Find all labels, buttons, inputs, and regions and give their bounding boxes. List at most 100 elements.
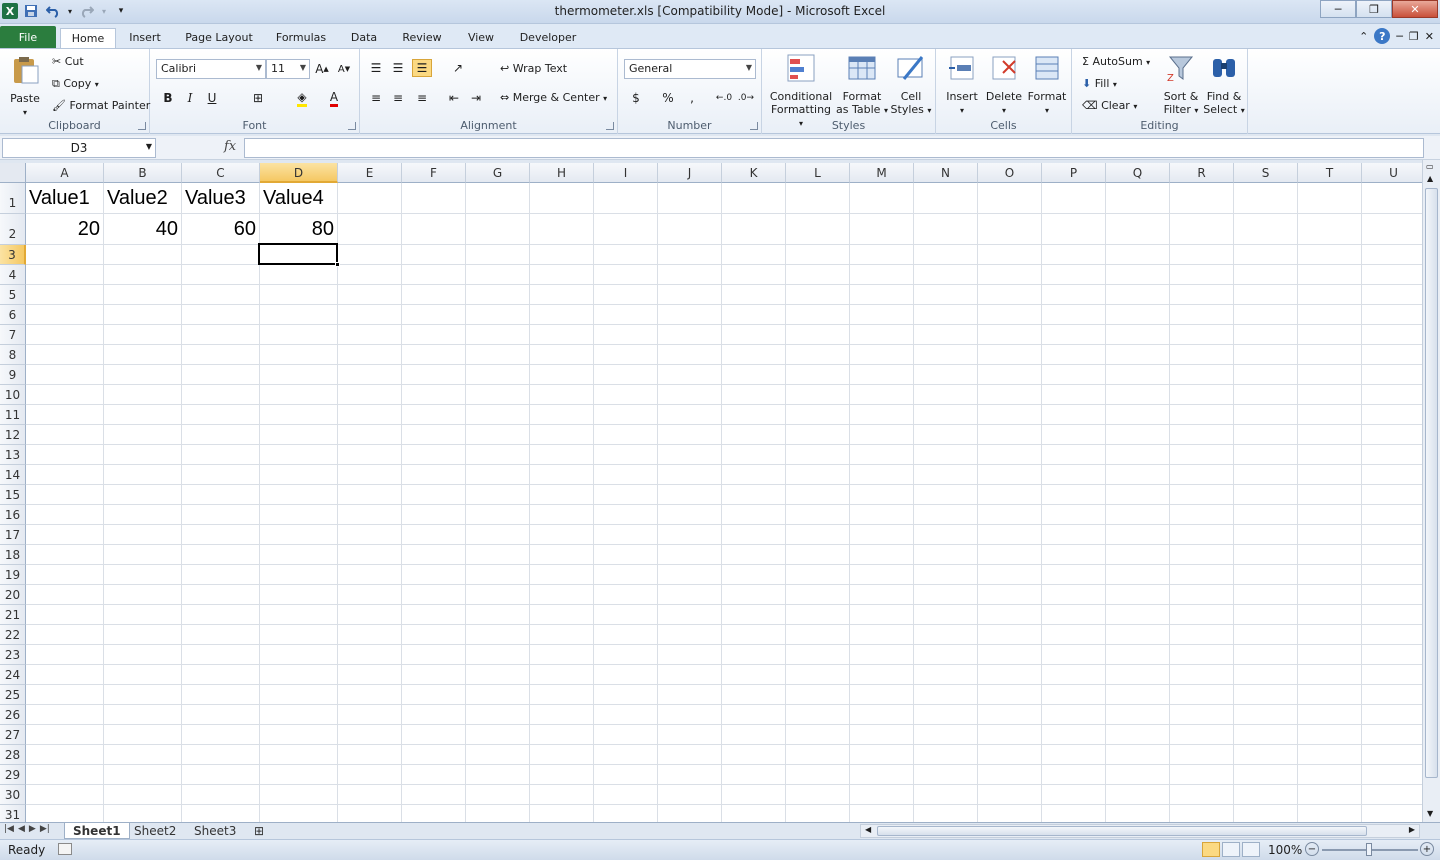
column-header[interactable]: O xyxy=(978,163,1042,183)
row-header[interactable]: 29 xyxy=(0,765,26,785)
tab-data[interactable]: Data xyxy=(344,28,384,48)
last-sheet-icon[interactable]: ▶| xyxy=(40,824,50,834)
tab-home[interactable]: Home xyxy=(60,28,116,48)
row-header[interactable]: 28 xyxy=(0,745,26,765)
row-header[interactable]: 22 xyxy=(0,625,26,645)
column-header[interactable]: J xyxy=(658,163,722,183)
horizontal-scrollbar[interactable]: ◀ ▶ xyxy=(860,824,1420,838)
restore-icon[interactable]: ❐ xyxy=(1409,30,1419,43)
currency-icon[interactable]: $ xyxy=(626,89,646,107)
column-header[interactable]: G xyxy=(466,163,530,183)
dialog-launcher-icon[interactable] xyxy=(138,122,146,130)
delete-cells-button[interactable]: Delete ▾ xyxy=(984,53,1024,117)
row-header[interactable]: 25 xyxy=(0,685,26,705)
align-bottom-icon[interactable]: ☰ xyxy=(412,59,432,77)
insert-sheet-icon[interactable]: ⊞ xyxy=(246,823,272,839)
row-header[interactable]: 6 xyxy=(0,305,26,325)
borders-icon[interactable]: ⊞ xyxy=(248,89,268,107)
shrink-font-icon[interactable]: A ▼ xyxy=(334,60,354,78)
column-header[interactable]: C xyxy=(182,163,260,183)
row-header[interactable]: 12 xyxy=(0,425,26,445)
column-header[interactable]: D xyxy=(260,163,338,183)
prev-sheet-icon[interactable]: ◀ xyxy=(18,824,25,834)
row-header[interactable]: 16 xyxy=(0,505,26,525)
row-header[interactable]: 19 xyxy=(0,565,26,585)
sheet-tab-sheet2[interactable]: Sheet2 xyxy=(126,823,184,839)
cell-C1[interactable]: Value3 xyxy=(185,187,246,210)
cut-button[interactable]: ✂ Cut xyxy=(52,55,84,68)
column-header[interactable]: T xyxy=(1298,163,1362,183)
column-header[interactable]: N xyxy=(914,163,978,183)
comma-icon[interactable]: , xyxy=(682,89,702,107)
first-sheet-icon[interactable]: |◀ xyxy=(4,824,14,834)
help-icon[interactable]: ? xyxy=(1374,28,1391,44)
sort-filter-button[interactable]: Z Sort & Filter ▾ xyxy=(1160,53,1202,117)
row-header[interactable]: 8 xyxy=(0,345,26,365)
active-cell-D3[interactable] xyxy=(258,243,340,267)
column-header[interactable]: A xyxy=(26,163,104,183)
column-header[interactable]: H xyxy=(530,163,594,183)
clear-button[interactable]: ⌫ Clear ▾ xyxy=(1082,99,1137,112)
italic-icon[interactable]: I xyxy=(180,89,200,107)
page-layout-view-icon[interactable] xyxy=(1222,842,1240,857)
cell-B2[interactable]: 40 xyxy=(104,218,178,241)
align-right-icon[interactable]: ≡ xyxy=(412,89,432,107)
bold-icon[interactable]: B xyxy=(158,89,178,107)
minimize-icon[interactable]: ─ xyxy=(1396,30,1403,43)
row-header[interactable]: 18 xyxy=(0,545,26,565)
row-header[interactable]: 24 xyxy=(0,665,26,685)
row-header[interactable]: 9 xyxy=(0,365,26,385)
column-header[interactable]: B xyxy=(104,163,182,183)
number-format-select[interactable]: General ▼ xyxy=(624,59,756,79)
tab-insert[interactable]: Insert xyxy=(122,28,168,48)
cell-A1[interactable]: Value1 xyxy=(29,187,90,210)
dialog-launcher-icon[interactable] xyxy=(348,122,356,130)
zoom-in-icon[interactable]: + xyxy=(1420,842,1434,856)
orientation-icon[interactable]: ↗ xyxy=(448,59,468,77)
tab-developer[interactable]: Developer xyxy=(516,28,580,48)
copy-button[interactable]: ⧉ Copy ▾ xyxy=(52,77,99,91)
restore-icon[interactable]: ❐ xyxy=(1356,0,1392,18)
macro-record-icon[interactable] xyxy=(58,843,72,855)
insert-function-icon[interactable]: fx xyxy=(224,139,236,154)
row-header[interactable]: 15 xyxy=(0,485,26,505)
close-icon[interactable]: ✕ xyxy=(1392,0,1438,18)
row-header[interactable]: 1 xyxy=(0,183,26,214)
find-select-button[interactable]: Find & Select ▾ xyxy=(1202,53,1246,117)
percent-icon[interactable]: % xyxy=(658,89,678,107)
underline-icon[interactable]: U xyxy=(202,89,222,107)
format-as-table-button[interactable]: Format as Table ▾ xyxy=(836,53,888,117)
column-header[interactable]: U xyxy=(1362,163,1422,183)
vertical-scroll-thumb[interactable] xyxy=(1425,188,1438,778)
horizontal-scroll-thumb[interactable] xyxy=(877,826,1367,836)
column-header[interactable]: I xyxy=(594,163,658,183)
cell-area[interactable]: Value1 Value2 Value3 Value4 20 40 60 80 xyxy=(26,183,1422,822)
decrease-decimal-icon[interactable]: .0→ xyxy=(736,89,756,107)
cell-A2[interactable]: 20 xyxy=(26,218,100,241)
cell-B1[interactable]: Value2 xyxy=(107,187,168,210)
zoom-out-icon[interactable]: − xyxy=(1305,842,1319,856)
row-header[interactable]: 5 xyxy=(0,285,26,305)
tab-formulas[interactable]: Formulas xyxy=(270,28,332,48)
minimize-icon[interactable]: ─ xyxy=(1320,0,1356,18)
cell-D1[interactable]: Value4 xyxy=(263,187,324,210)
column-header[interactable]: K xyxy=(722,163,786,183)
column-header[interactable]: M xyxy=(850,163,914,183)
increase-decimal-icon[interactable]: ←.0 xyxy=(714,89,734,107)
cell-styles-button[interactable]: Cell Styles ▾ xyxy=(890,53,932,117)
align-center-icon[interactable]: ≡ xyxy=(388,89,408,107)
row-header[interactable]: 20 xyxy=(0,585,26,605)
row-header[interactable]: 11 xyxy=(0,405,26,425)
cell-D2[interactable]: 80 xyxy=(260,218,334,241)
row-header[interactable]: 13 xyxy=(0,445,26,465)
column-header[interactable]: R xyxy=(1170,163,1234,183)
scroll-left-icon[interactable]: ◀ xyxy=(865,825,871,834)
row-header[interactable]: 21 xyxy=(0,605,26,625)
sheet-tab-sheet1[interactable]: Sheet1 xyxy=(64,823,130,839)
tab-review[interactable]: Review xyxy=(398,28,446,48)
row-header[interactable]: 14 xyxy=(0,465,26,485)
zoom-slider-knob[interactable] xyxy=(1366,843,1372,856)
row-header[interactable]: 17 xyxy=(0,525,26,545)
minimize-ribbon-icon[interactable]: ⌃ xyxy=(1359,30,1368,43)
dialog-launcher-icon[interactable] xyxy=(750,122,758,130)
